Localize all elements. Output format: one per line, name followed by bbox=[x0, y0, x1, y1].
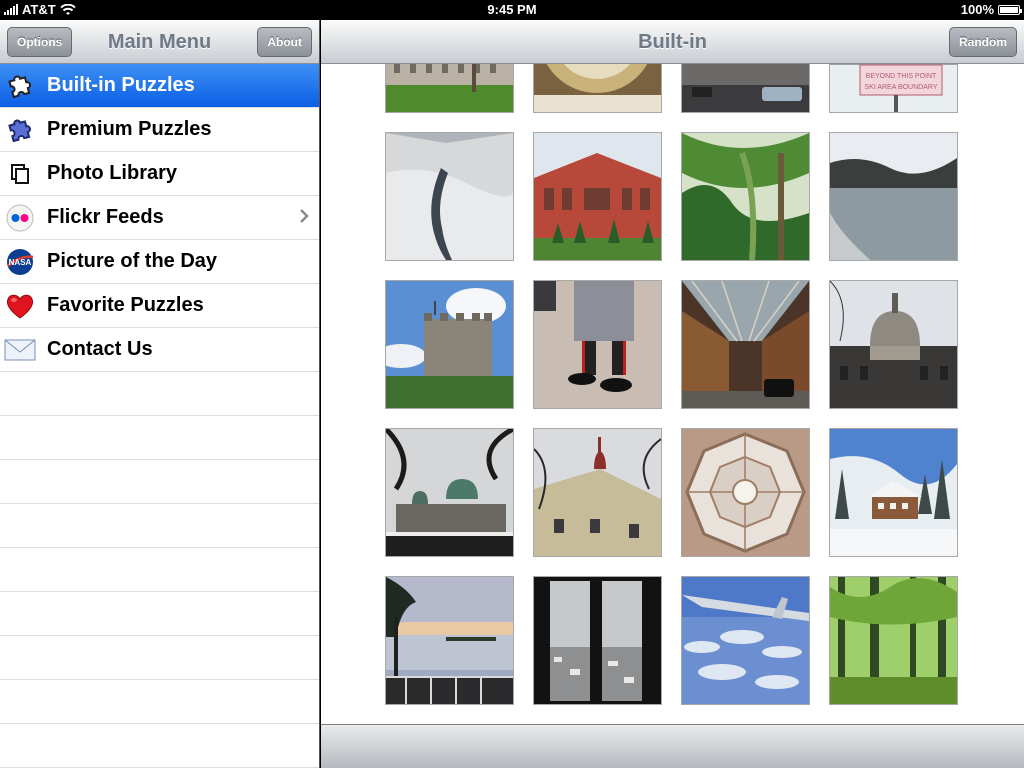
puzzle-thumbnail[interactable] bbox=[533, 576, 662, 705]
empty-row bbox=[0, 372, 319, 416]
menu-item-contact-us[interactable]: Contact Us bbox=[0, 328, 319, 372]
puzzle-thumbnail[interactable] bbox=[829, 428, 958, 557]
puzzle-thumbnail[interactable] bbox=[385, 428, 514, 557]
menu-item-picture-of-the-day[interactable]: NASA Picture of the Day bbox=[0, 240, 319, 284]
menu-item-built-in-puzzles[interactable]: Built-in Puzzles bbox=[0, 64, 319, 108]
menu-item-label: Premium Puzzles bbox=[47, 118, 212, 140]
nasa-icon: NASA bbox=[3, 245, 37, 279]
about-button[interactable]: About bbox=[257, 27, 312, 57]
empty-row bbox=[0, 416, 319, 460]
menu-item-label: Built-in Puzzles bbox=[47, 74, 195, 96]
puzzle-thumbnail[interactable] bbox=[385, 280, 514, 409]
menu-item-label: Favorite Puzzles bbox=[47, 294, 204, 316]
built-in-title: Built-in bbox=[638, 31, 707, 53]
puzzle-thumbnail[interactable] bbox=[385, 132, 514, 261]
puzzle-thumbnail[interactable]: BEYOND THIS POINT SKI AREA BOUNDARY bbox=[829, 64, 958, 113]
status-bar: AT&T 9:45 PM 100% bbox=[0, 0, 1024, 20]
menu-item-favorite-puzzles[interactable]: Favorite Puzzles bbox=[0, 284, 319, 328]
puzzle-thumbnail[interactable] bbox=[533, 280, 662, 409]
empty-row bbox=[0, 504, 319, 548]
svg-text:NASA: NASA bbox=[9, 258, 32, 267]
empty-row bbox=[0, 636, 319, 680]
puzzle-blue-icon bbox=[3, 113, 37, 147]
menu-item-flickr-feeds[interactable]: Flickr Feeds bbox=[0, 196, 319, 240]
detail-pane: Built-in Random BEYOND THIS POINT SKI ARE… bbox=[321, 20, 1024, 768]
random-button[interactable]: Random bbox=[949, 27, 1017, 57]
flickr-icon bbox=[3, 201, 37, 235]
puzzle-thumbnail[interactable] bbox=[533, 428, 662, 557]
empty-row bbox=[0, 592, 319, 636]
clock: 9:45 PM bbox=[487, 2, 537, 17]
puzzle-thumbnail[interactable] bbox=[681, 428, 810, 557]
heart-icon bbox=[3, 289, 37, 323]
empty-row bbox=[0, 548, 319, 592]
puzzle-thumbnail[interactable] bbox=[829, 280, 958, 409]
chevron-right-icon bbox=[300, 209, 309, 223]
puzzle-thumbnail[interactable] bbox=[681, 576, 810, 705]
main-menu-navbar: Options Main Menu About bbox=[0, 20, 319, 64]
puzzle-thumbnail[interactable] bbox=[533, 64, 662, 113]
built-in-navbar: Built-in Random bbox=[321, 20, 1024, 64]
status-right: 100% bbox=[960, 2, 1022, 17]
puzzle-thumbnail[interactable] bbox=[681, 132, 810, 261]
puzzle-thumbnail[interactable] bbox=[385, 576, 514, 705]
empty-row bbox=[0, 724, 319, 768]
empty-row bbox=[0, 460, 319, 504]
puzzle-thumbnail[interactable] bbox=[385, 64, 514, 113]
bottom-toolbar bbox=[321, 724, 1024, 768]
menu-item-label: Picture of the Day bbox=[47, 250, 218, 272]
empty-row bbox=[0, 680, 319, 724]
menu-item-premium-puzzles[interactable]: Premium Puzzles bbox=[0, 108, 319, 152]
menu-item-label: Flickr Feeds bbox=[47, 206, 164, 228]
puzzle-white-icon bbox=[3, 69, 37, 103]
battery-percent: 100% bbox=[960, 2, 994, 17]
puzzle-grid[interactable]: BEYOND THIS POINT SKI AREA BOUNDARY bbox=[321, 64, 1024, 724]
photo-library-icon bbox=[3, 157, 37, 191]
puzzle-thumbnail[interactable] bbox=[681, 280, 810, 409]
puzzle-thumbnail[interactable] bbox=[829, 576, 958, 705]
menu-item-label: Photo Library bbox=[47, 162, 178, 184]
puzzle-thumbnail[interactable] bbox=[533, 132, 662, 261]
sign-text-line-2: SKI AREA BOUNDARY bbox=[864, 84, 937, 91]
menu-item-label: Contact Us bbox=[47, 338, 153, 360]
sign-text-line-1: BEYOND THIS POINT bbox=[866, 73, 937, 80]
puzzle-thumbnail[interactable] bbox=[681, 64, 810, 113]
envelope-icon bbox=[3, 333, 37, 367]
puzzle-thumbnail[interactable] bbox=[829, 132, 958, 261]
master-pane: Options Main Menu About Built-in Puzzles… bbox=[0, 20, 320, 768]
menu-item-photo-library[interactable]: Photo Library bbox=[0, 152, 319, 196]
battery-icon bbox=[998, 4, 1022, 15]
